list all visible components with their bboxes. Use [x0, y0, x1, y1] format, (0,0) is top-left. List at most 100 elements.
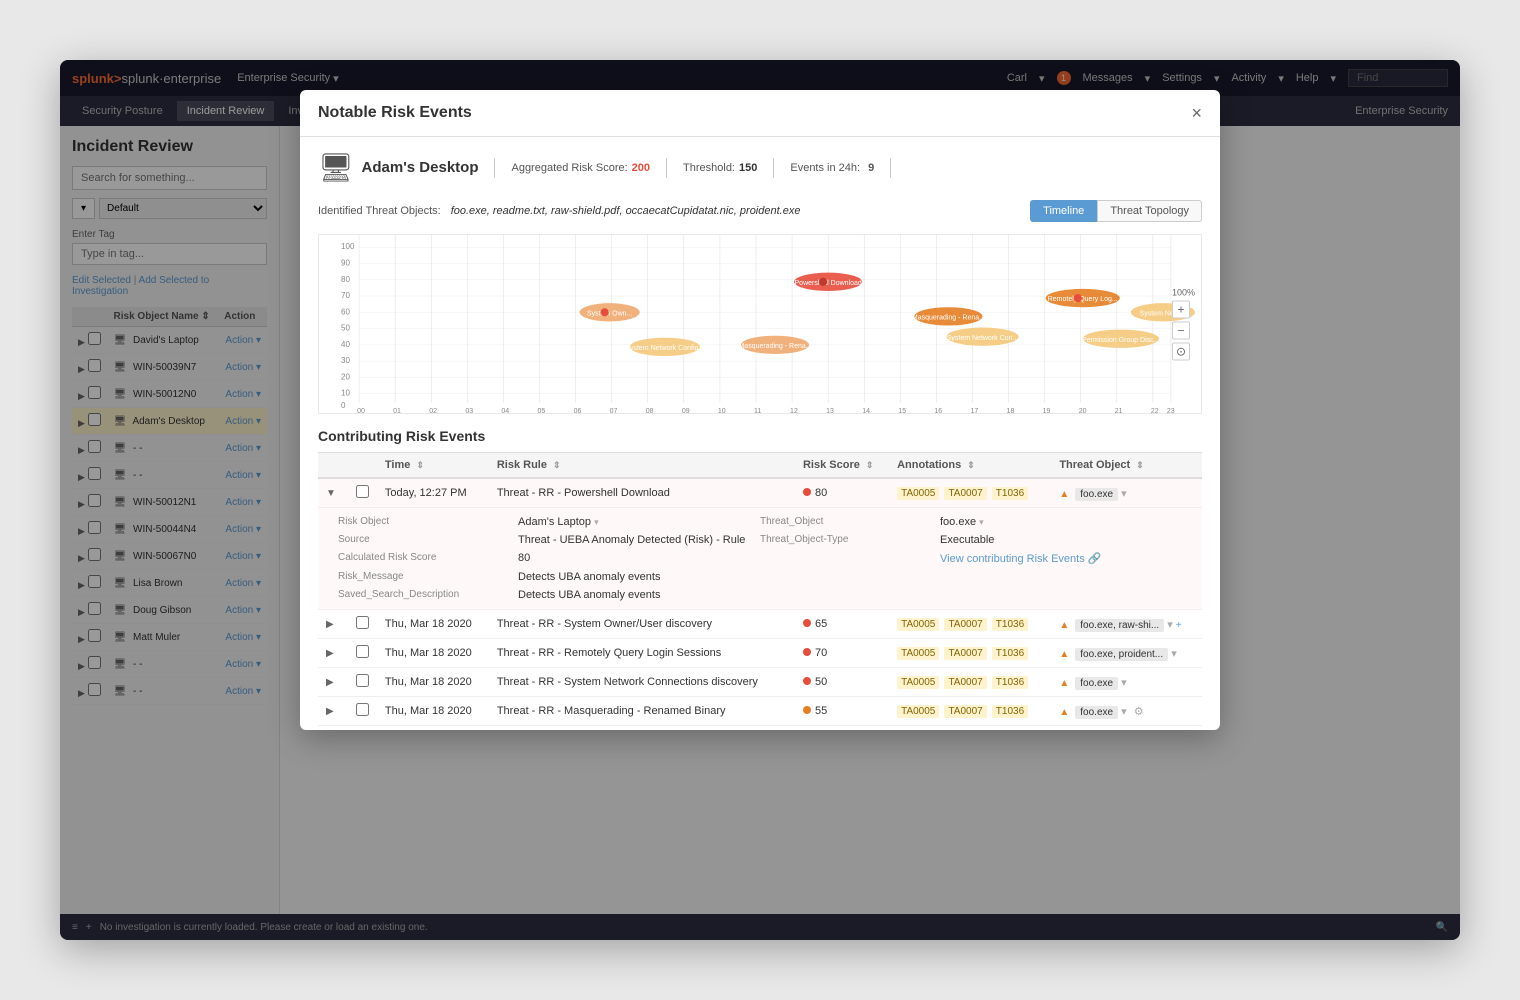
gear-icon[interactable]: ⚙: [1134, 706, 1144, 718]
annotation-tag: TA0007: [944, 618, 986, 631]
svg-text:08: 08: [646, 408, 654, 413]
zoom-percent: 100%: [1172, 288, 1195, 298]
zoom-in-button[interactable]: +: [1172, 301, 1190, 319]
svg-text:20: 20: [341, 372, 350, 381]
svg-text:10: 10: [341, 389, 350, 398]
col-risk-score[interactable]: Risk Score ⇕: [795, 453, 889, 479]
chevron-down-icon[interactable]: ▾: [1121, 488, 1127, 500]
annotation-tag: T1036: [992, 487, 1028, 500]
annotation-tag: TA0007: [944, 676, 986, 689]
row-risk-score: 50: [795, 668, 889, 697]
expanded-detail-row: Risk Object Adam's Laptop ▾ Threat_Objec…: [318, 508, 1202, 610]
tab-timeline[interactable]: Timeline: [1030, 200, 1097, 222]
detail-label-threat-object: Threat_Object: [760, 516, 940, 528]
device-info: 🖥 Adam's Desktop: [318, 151, 478, 184]
modal-header: Notable Risk Events ×: [300, 90, 1220, 137]
row-risk-score: 70: [795, 639, 889, 668]
expand-button[interactable]: ▶: [326, 677, 334, 688]
detail-val-calc-score: 80: [518, 552, 760, 565]
divider: [890, 158, 891, 178]
svg-text:System Network Config...: System Network Config...: [625, 345, 704, 352]
svg-text:40: 40: [341, 340, 350, 349]
svg-text:70: 70: [341, 291, 350, 300]
row-annotations: TA0005 TA0007 T1036: [889, 478, 1051, 508]
svg-text:22: 22: [1151, 408, 1159, 413]
detail-label-risk-object: Risk Object: [338, 516, 518, 528]
annotation-tag: T1036: [992, 705, 1028, 718]
svg-text:Permission Group Disc...: Permission Group Disc...: [1082, 337, 1159, 344]
device-name: Adam's Desktop: [362, 159, 479, 176]
svg-text:07: 07: [610, 408, 618, 413]
tab-threat-topology[interactable]: Threat Topology: [1097, 200, 1202, 222]
svg-text:17: 17: [970, 408, 978, 413]
chevron-down-icon[interactable]: ▾: [1121, 706, 1127, 718]
detail-label-source: Source: [338, 534, 518, 546]
view-contributing-link[interactable]: View contributing Risk Events 🔗: [940, 552, 1182, 565]
row-risk-score: 55: [795, 697, 889, 726]
svg-text:80: 80: [341, 275, 350, 284]
row-risk-score: 65: [795, 610, 889, 639]
svg-text:13: 13: [826, 408, 834, 413]
svg-text:100: 100: [341, 242, 355, 251]
zoom-out-button[interactable]: −: [1172, 322, 1190, 340]
row-risk-score: 55: [795, 726, 889, 731]
events-stat: Events in 24h: 9: [790, 162, 874, 174]
table-row: ▶ Thu, Mar 18 2020 Threat - RR - System …: [318, 610, 1202, 639]
chevron-down-icon[interactable]: ▾: [1171, 648, 1177, 660]
detail-label-saved-search: Saved_Search_Description: [338, 589, 518, 601]
detail-label-empty: [760, 552, 940, 565]
svg-text:50: 50: [341, 324, 350, 333]
detail-val-source: Threat - UEBA Anomaly Detected (Risk) - …: [518, 534, 760, 546]
annotation-tag: TA0005: [897, 487, 939, 500]
svg-text:00: 00: [357, 408, 365, 413]
row-threat-object: ▲ foo.exe, raw-shi... ▾ +: [1051, 610, 1202, 639]
annotation-tag: TA0005: [897, 647, 939, 660]
svg-text:02: 02: [429, 408, 437, 413]
row-checkbox[interactable]: [356, 674, 369, 687]
row-checkbox[interactable]: [356, 703, 369, 716]
score-indicator: [803, 619, 811, 627]
detail-val-threat-type: Executable: [940, 534, 1182, 546]
col-annotations[interactable]: Annotations ⇕: [889, 453, 1051, 479]
threat-objects-stat: Identified Threat Objects: foo.exe, read…: [318, 205, 800, 217]
zoom-reset-button[interactable]: ⊙: [1172, 343, 1190, 361]
annotation-tag: TA0007: [944, 487, 986, 500]
row-time: Thu, Mar 18 2020: [377, 668, 489, 697]
detail-val-saved-search: Detects UBA anomaly events: [518, 589, 760, 601]
svg-text:04: 04: [501, 408, 509, 413]
row-checkbox[interactable]: [356, 616, 369, 629]
expand-button[interactable]: ▶: [326, 619, 334, 630]
annotation-tag: T1036: [992, 618, 1028, 631]
expand-button[interactable]: ▼: [326, 488, 336, 499]
chevron-down-icon[interactable]: ▾: [1167, 619, 1173, 631]
risk-score-stat: Aggregated Risk Score: 200: [511, 162, 650, 174]
col-time[interactable]: Time ⇕: [377, 453, 489, 479]
svg-text:06: 06: [574, 408, 582, 413]
score-indicator: [803, 488, 811, 496]
score-indicator: [803, 648, 811, 656]
row-checkbox[interactable]: [356, 645, 369, 658]
expand-button[interactable]: ▶: [326, 648, 334, 659]
risk-score-value: 200: [632, 162, 650, 174]
row-risk-rule: Threat - RR - System Network Configurati…: [489, 726, 795, 731]
row-annotations: TA0005 TA0007 T1036: [889, 726, 1051, 731]
svg-text:10: 10: [718, 408, 726, 413]
svg-text:60: 60: [341, 307, 350, 316]
detail-grid: Risk Object Adam's Laptop ▾ Threat_Objec…: [318, 508, 1202, 609]
annotation-tag: TA0007: [944, 647, 986, 660]
score-indicator: [803, 677, 811, 685]
close-button[interactable]: ×: [1191, 104, 1202, 122]
col-risk-rule[interactable]: Risk Rule ⇕: [489, 453, 795, 479]
svg-text:01: 01: [393, 408, 401, 413]
chevron-down-icon[interactable]: ▾: [1121, 677, 1127, 689]
col-threat-object[interactable]: Threat Object ⇕: [1051, 453, 1202, 479]
row-checkbox[interactable]: [356, 485, 369, 498]
svg-text:Powershell Download: Powershell Download: [795, 280, 862, 287]
svg-text:12: 12: [790, 408, 798, 413]
threshold-stat: Threshold: 150: [683, 162, 757, 174]
expand-button[interactable]: ▶: [326, 706, 334, 717]
detail-label-calc-score: Calculated Risk Score: [338, 552, 518, 565]
row-risk-rule: Threat - RR - System Owner/User discover…: [489, 610, 795, 639]
svg-text:Remotely Query Log...: Remotely Query Log...: [1048, 296, 1118, 303]
svg-text:Masquerading - Rena...: Masquerading - Rena...: [912, 314, 985, 321]
